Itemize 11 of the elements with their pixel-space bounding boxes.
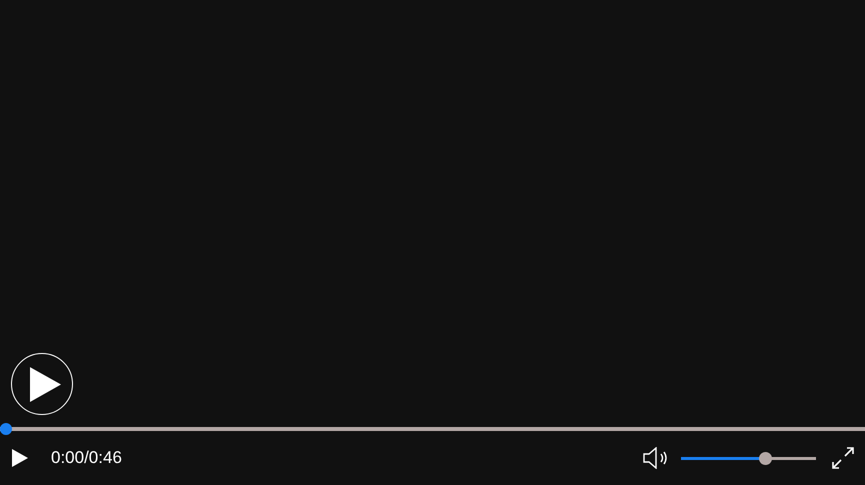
progress-bar[interactable] bbox=[0, 423, 865, 435]
fullscreen-button[interactable] bbox=[832, 447, 854, 469]
volume-slider[interactable] bbox=[681, 452, 816, 464]
play-button[interactable] bbox=[12, 449, 28, 467]
volume-handle[interactable] bbox=[759, 452, 772, 464]
time-display: 0:00/0:46 bbox=[51, 448, 122, 468]
fullscreen-icon bbox=[832, 447, 854, 469]
play-button[interactable] bbox=[11, 353, 73, 415]
play-icon bbox=[30, 366, 60, 402]
play-icon bbox=[12, 449, 28, 467]
progress-handle[interactable] bbox=[0, 423, 12, 435]
